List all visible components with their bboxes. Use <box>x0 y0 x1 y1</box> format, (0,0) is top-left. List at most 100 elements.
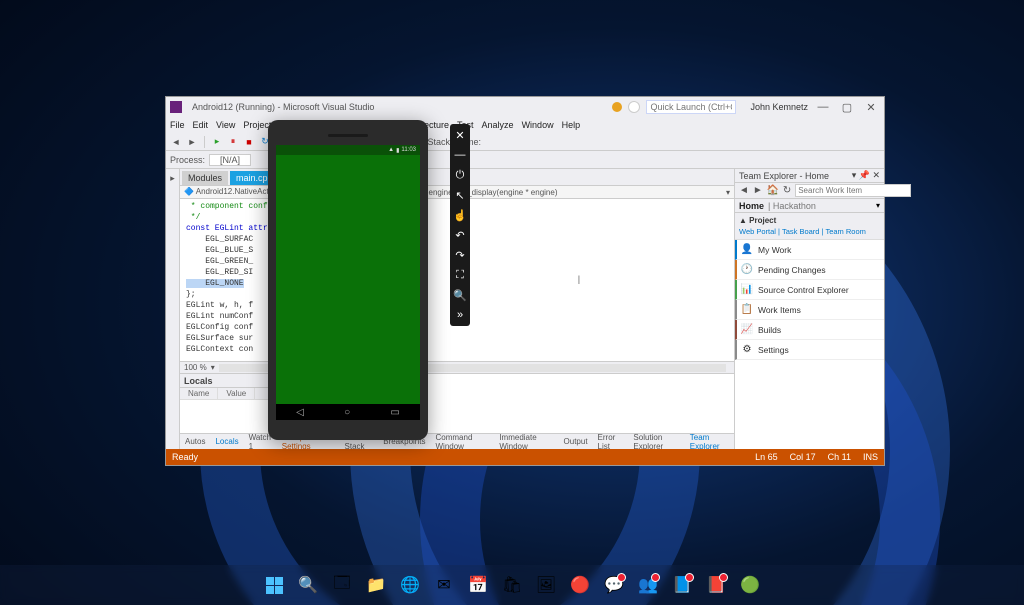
te-item-my-work[interactable]: 👤My Work <box>735 240 884 260</box>
te-item-label: Work Items <box>758 305 801 315</box>
te-home-icon[interactable]: 🏠 <box>767 185 779 197</box>
menu-window[interactable]: Window <box>522 120 554 130</box>
status-ins: INS <box>863 452 878 462</box>
windows-taskbar: 🔍🗔📁🌐✉📅🛍🖼🔴💬👥📘📕🟢 <box>0 565 1024 605</box>
emulator-more-icon[interactable]: » <box>453 308 467 322</box>
emulator-touch-icon[interactable]: ☝ <box>453 208 467 222</box>
te-item-source-control-explorer[interactable]: 📊Source Control Explorer <box>735 280 884 300</box>
tab-modules[interactable]: Modules <box>182 171 228 185</box>
taskbar-task-view-icon[interactable]: 🗔 <box>328 571 356 599</box>
phone-frame: ▲ ▮ 11:03 ◁ ○ ▭ <box>268 120 428 440</box>
status-ln: Ln 65 <box>755 452 778 462</box>
code-right-pane[interactable]: I <box>424 199 734 361</box>
link-team-room[interactable]: Team Room <box>825 227 865 236</box>
tab-locals[interactable]: Locals <box>210 435 243 448</box>
te-item-icon: ⚙ <box>741 344 753 356</box>
zoom-level[interactable]: 100 % <box>184 363 207 372</box>
maximize-button[interactable]: ▢ <box>838 101 856 114</box>
team-explorer-panel: Team Explorer - Home ▾ 📌 ✕ ◄ ► 🏠 ↻ Home … <box>734 169 884 449</box>
taskbar-word-icon[interactable]: 📘 <box>668 571 696 599</box>
tab-autos[interactable]: Autos <box>180 435 210 448</box>
phone-screen[interactable] <box>276 155 420 404</box>
signal-icon: ▲ <box>388 147 394 153</box>
taskbar-edge-icon[interactable]: 🌐 <box>396 571 424 599</box>
emulator-pointer-icon[interactable]: ↖ <box>453 188 467 202</box>
continue-icon[interactable]: ▸ <box>211 136 223 148</box>
taskbar-wps-icon[interactable]: 📕 <box>702 571 730 599</box>
menu-analyze[interactable]: Analyze <box>482 120 514 130</box>
menu-view[interactable]: View <box>216 120 235 130</box>
te-item-label: Builds <box>758 325 781 335</box>
te-refresh-icon[interactable]: ↻ <box>783 185 791 197</box>
te-dropdown-icon[interactable]: ▾ <box>876 201 880 210</box>
emulator-zoom-icon[interactable]: 🔍 <box>453 288 467 302</box>
bottom-tab-strip: Autos Locals Watch 1 Exception Settings … <box>180 433 734 449</box>
taskbar-mail-icon[interactable]: ✉ <box>430 571 458 599</box>
te-item-icon: 👤 <box>741 244 753 256</box>
te-item-icon: 📊 <box>741 284 753 296</box>
phone-home-button[interactable]: ○ <box>344 407 350 418</box>
nav-fwd-icon[interactable]: ► <box>186 136 198 148</box>
pause-icon[interactable]: ⏸ <box>227 136 239 148</box>
te-item-list: 👤My Work🕐Pending Changes📊Source Control … <box>735 240 884 449</box>
taskbar-photos-icon[interactable]: 🖼 <box>532 571 560 599</box>
menu-help[interactable]: Help <box>562 120 581 130</box>
minimize-button[interactable]: — <box>814 101 832 113</box>
taskbar-calendar-icon[interactable]: 📅 <box>464 571 492 599</box>
phone-recent-button[interactable]: ▭ <box>390 407 399 418</box>
android-emulator-window[interactable]: ▲ ▮ 11:03 ◁ ○ ▭ ✕ — ⏻ ↖ ☝ ↶ ↷ ⛶ 🔍 » <box>268 120 448 440</box>
te-hackathon-label: | Hackathon <box>768 201 816 211</box>
link-task-board[interactable]: Task Board <box>782 227 820 236</box>
taskbar-start-icon[interactable] <box>260 571 288 599</box>
te-back-icon[interactable]: ◄ <box>739 185 749 197</box>
taskbar-spotify-icon[interactable]: 🟢 <box>736 571 764 599</box>
phone-speaker <box>328 134 368 137</box>
status-ready: Ready <box>172 452 198 462</box>
taskbar-teams-icon[interactable]: 👥 <box>634 571 662 599</box>
nav-back-icon[interactable]: ◄ <box>170 136 182 148</box>
te-item-builds[interactable]: 📈Builds <box>735 320 884 340</box>
emulator-rotate-left-icon[interactable]: ↶ <box>453 228 467 242</box>
te-home-label[interactable]: Home <box>739 201 764 211</box>
stop-icon[interactable]: ■ <box>243 136 255 148</box>
te-project-header[interactable]: Project <box>749 216 776 225</box>
taskbar-opera-icon[interactable]: 🔴 <box>566 571 594 599</box>
emulator-rotate-right-icon[interactable]: ↷ <box>453 248 467 262</box>
menu-file[interactable]: File <box>170 120 185 130</box>
emulator-toolbar: ✕ — ⏻ ↖ ☝ ↶ ↷ ⛶ 🔍 » <box>450 124 470 326</box>
te-item-pending-changes[interactable]: 🕐Pending Changes <box>735 260 884 280</box>
link-web-portal[interactable]: Web Portal <box>739 227 776 236</box>
process-label: Process: <box>170 155 205 165</box>
zoom-bar: 100 % ▾ <box>180 361 734 373</box>
emulator-close-icon[interactable]: ✕ <box>453 128 467 142</box>
phone-back-button[interactable]: ◁ <box>296 407 304 418</box>
te-search-input[interactable] <box>795 184 911 197</box>
battery-icon: ▮ <box>396 147 399 154</box>
left-tool-gutter: ▸ <box>166 169 180 449</box>
tab-output[interactable]: Output <box>559 435 593 448</box>
te-item-work-items[interactable]: 📋Work Items <box>735 300 884 320</box>
te-item-settings[interactable]: ⚙Settings <box>735 340 884 360</box>
emulator-power-icon[interactable]: ⏻ <box>453 168 467 182</box>
quick-launch-input[interactable] <box>646 100 736 114</box>
te-pin-icon[interactable]: ▾ 📌 ✕ <box>852 170 880 181</box>
right-bottom-panel[interactable] <box>402 374 734 433</box>
locals-col-value[interactable]: Value <box>218 388 255 399</box>
process-dropdown[interactable]: [N/A] <box>209 154 251 166</box>
close-button[interactable]: ✕ <box>862 101 880 114</box>
taskbar-search-icon[interactable]: 🔍 <box>294 571 322 599</box>
zoom-dropdown-icon[interactable]: ▾ <box>211 363 215 372</box>
user-name[interactable]: John Kemnetz <box>750 102 808 112</box>
te-fwd-icon[interactable]: ► <box>753 185 763 197</box>
quick-launch-icon <box>628 101 640 113</box>
taskbar-explorer-icon[interactable]: 📁 <box>362 571 390 599</box>
status-ch: Ch 11 <box>828 452 851 462</box>
menu-edit[interactable]: Edit <box>193 120 209 130</box>
emulator-fit-icon[interactable]: ⛶ <box>453 268 467 282</box>
emulator-minimize-icon[interactable]: — <box>453 148 467 162</box>
locals-col-name[interactable]: Name <box>180 388 218 399</box>
gutter-icon[interactable]: ▸ <box>170 173 175 184</box>
taskbar-messenger-icon[interactable]: 💬 <box>600 571 628 599</box>
taskbar-store-icon[interactable]: 🛍 <box>498 571 526 599</box>
notification-icon[interactable] <box>612 102 622 112</box>
